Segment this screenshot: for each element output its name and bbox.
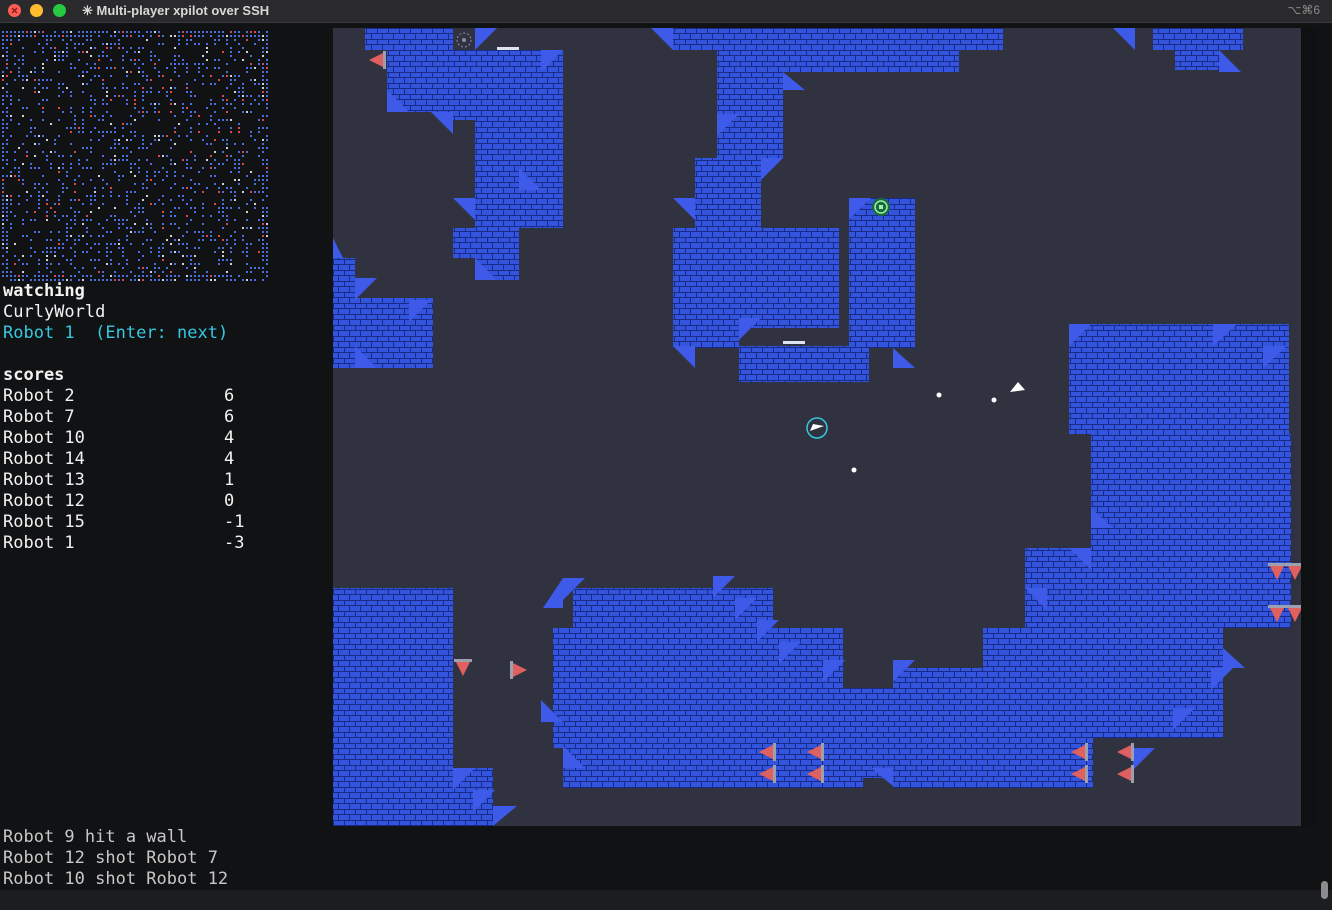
score-player-name: Robot 15 xyxy=(3,512,85,532)
mode-label: watching xyxy=(3,281,85,301)
score-value: 4 xyxy=(224,449,235,469)
scores-header: scores xyxy=(3,365,65,385)
score-value: -1 xyxy=(224,512,245,532)
score-row: Robot 2 6 xyxy=(3,386,323,407)
arena-map xyxy=(333,28,1301,826)
radar-minimap xyxy=(2,31,268,281)
score-value: 0 xyxy=(224,491,235,511)
score-player-name: Robot 10 xyxy=(3,428,85,448)
score-row: Robot 1 -3 xyxy=(3,533,323,554)
score-value: 1 xyxy=(224,470,235,490)
zoom-window-button[interactable] xyxy=(53,4,66,17)
score-player-name: Robot 13 xyxy=(3,470,85,490)
score-row: Robot 14 4 xyxy=(3,449,323,470)
score-player-name: Robot 2 xyxy=(3,386,75,406)
bullets xyxy=(851,392,997,473)
arena-border xyxy=(1301,28,1317,826)
score-row: Robot 7 6 xyxy=(3,407,323,428)
score-row: Robot 10 4 xyxy=(3,428,323,449)
fuel-station-icon xyxy=(456,32,472,48)
window-shortcut: ⌥⌘6 xyxy=(1287,3,1320,17)
terminal-bottom-bar xyxy=(0,890,1332,910)
score-value: 6 xyxy=(224,407,235,427)
score-player-name: Robot 14 xyxy=(3,449,85,469)
score-value: 4 xyxy=(224,428,235,448)
window-titlebar: ✳ Multi-player xpilot over SSH ⌥⌘6 xyxy=(0,0,1332,23)
close-icon xyxy=(11,7,18,14)
watched-player-name: Robot 1 xyxy=(3,323,75,343)
log-line: Robot 9 hit a wall xyxy=(3,827,188,847)
info-panel: watching CurlyWorld Robot 1 (Enter: next… xyxy=(0,28,333,888)
score-row: Robot 15 -1 xyxy=(3,512,323,533)
score-value: 6 xyxy=(224,386,235,406)
score-row: Robot 13 1 xyxy=(3,470,323,491)
score-player-name: Robot 1 xyxy=(3,533,75,553)
score-player-name: Robot 7 xyxy=(3,407,75,427)
log-line: Robot 12 shot Robot 7 xyxy=(3,848,218,868)
map-name: CurlyWorld xyxy=(3,302,106,322)
score-value: -3 xyxy=(224,533,245,553)
scrollbar-thumb[interactable] xyxy=(1321,881,1328,899)
target-icon xyxy=(872,198,890,216)
close-window-button[interactable] xyxy=(8,4,21,17)
game-arena[interactable] xyxy=(333,28,1301,826)
log-line: Robot 10 shot Robot 12 xyxy=(3,869,229,889)
minimize-window-button[interactable] xyxy=(30,4,43,17)
score-row: Robot 12 0 xyxy=(3,491,323,512)
player-ship-icon xyxy=(806,417,828,439)
window-title: ✳ Multi-player xpilot over SSH xyxy=(82,3,270,18)
next-player-hint[interactable]: (Enter: next) xyxy=(95,323,228,343)
watched-player: Robot 1 (Enter: next) xyxy=(3,323,228,344)
enemy-ship-icon xyxy=(1010,382,1025,392)
score-player-name: Robot 12 xyxy=(3,491,85,511)
